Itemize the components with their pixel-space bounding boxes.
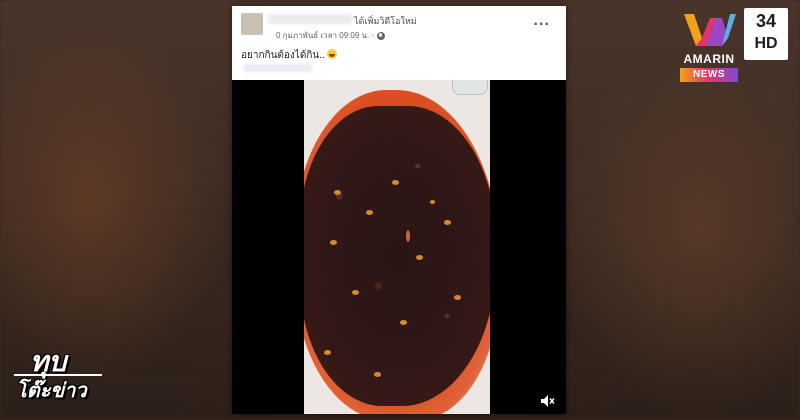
- post-caption-text: อยากกินต้องได้กิน..: [241, 50, 325, 61]
- post-timestamp-text: 0 กุมภาพันธ์ เวลา 09:09 น. ·: [276, 31, 375, 40]
- grinning-face-emoji-icon: [326, 49, 337, 59]
- amarin-logo-mark-icon: [684, 14, 736, 46]
- channel-hd-label: HD: [754, 35, 778, 52]
- amarin-logo-text: AMARIN: [683, 52, 735, 66]
- chili-seed: [430, 200, 435, 204]
- chili-seed: [374, 372, 381, 377]
- channel-number: 34: [755, 11, 777, 31]
- video-player[interactable]: [232, 80, 566, 414]
- amarin-tv-logo: AMARIN NEWS 34 HD: [678, 8, 792, 84]
- show-title-line2: โต๊ะข่าว: [16, 378, 87, 402]
- channel-badge: 34 HD: [744, 8, 788, 60]
- glass-jar-rim: [452, 80, 488, 95]
- post-caption: อยากกินต้องได้กิน..: [241, 48, 337, 63]
- avatar[interactable]: [241, 13, 263, 35]
- show-logo: ทุบ โต๊ะข่าว: [14, 340, 104, 410]
- post-action-text: ได้เพิ่มวิดีโอใหม่: [354, 16, 417, 26]
- chili-seed: [416, 255, 423, 260]
- chili-seed: [444, 220, 451, 225]
- blurred-poster-name[interactable]: [268, 14, 352, 24]
- post-timestamp[interactable]: 0 กุมภาพันธ์ เวลา 09:09 น. ·: [276, 29, 386, 42]
- chili-seed: [392, 180, 399, 185]
- chili-seed: [330, 240, 337, 245]
- blurred-caption-line: [244, 64, 312, 72]
- chili-seed: [400, 320, 407, 325]
- chili-seed: [406, 230, 410, 242]
- chili-seed: [324, 350, 331, 355]
- speaker-muted-icon[interactable]: [540, 394, 556, 408]
- chili-seed: [334, 190, 341, 195]
- post-header: ได้เพิ่มวิดีโอใหม่ 0 กุมภาพันธ์ เวลา 09:…: [232, 6, 566, 82]
- chili-seed: [454, 295, 461, 300]
- chili-seed: [352, 290, 359, 295]
- news-label: NEWS: [680, 68, 738, 82]
- facebook-post-card: ได้เพิ่มวิดีโอใหม่ 0 กุมภาพันธ์ เวลา 09:…: [232, 6, 566, 414]
- chili-seed: [366, 210, 373, 215]
- globe-icon: [377, 31, 386, 40]
- more-horizontal-icon[interactable]: ···: [533, 18, 550, 30]
- video-frame-chili-paste[interactable]: [304, 80, 490, 414]
- chili-paste: [304, 106, 490, 406]
